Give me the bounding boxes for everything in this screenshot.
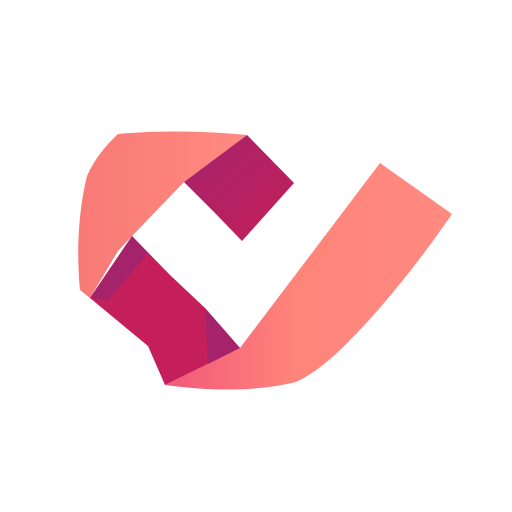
icon-canvas [0, 0, 512, 512]
ribbon-checkmark-logo-icon [78, 131, 452, 390]
